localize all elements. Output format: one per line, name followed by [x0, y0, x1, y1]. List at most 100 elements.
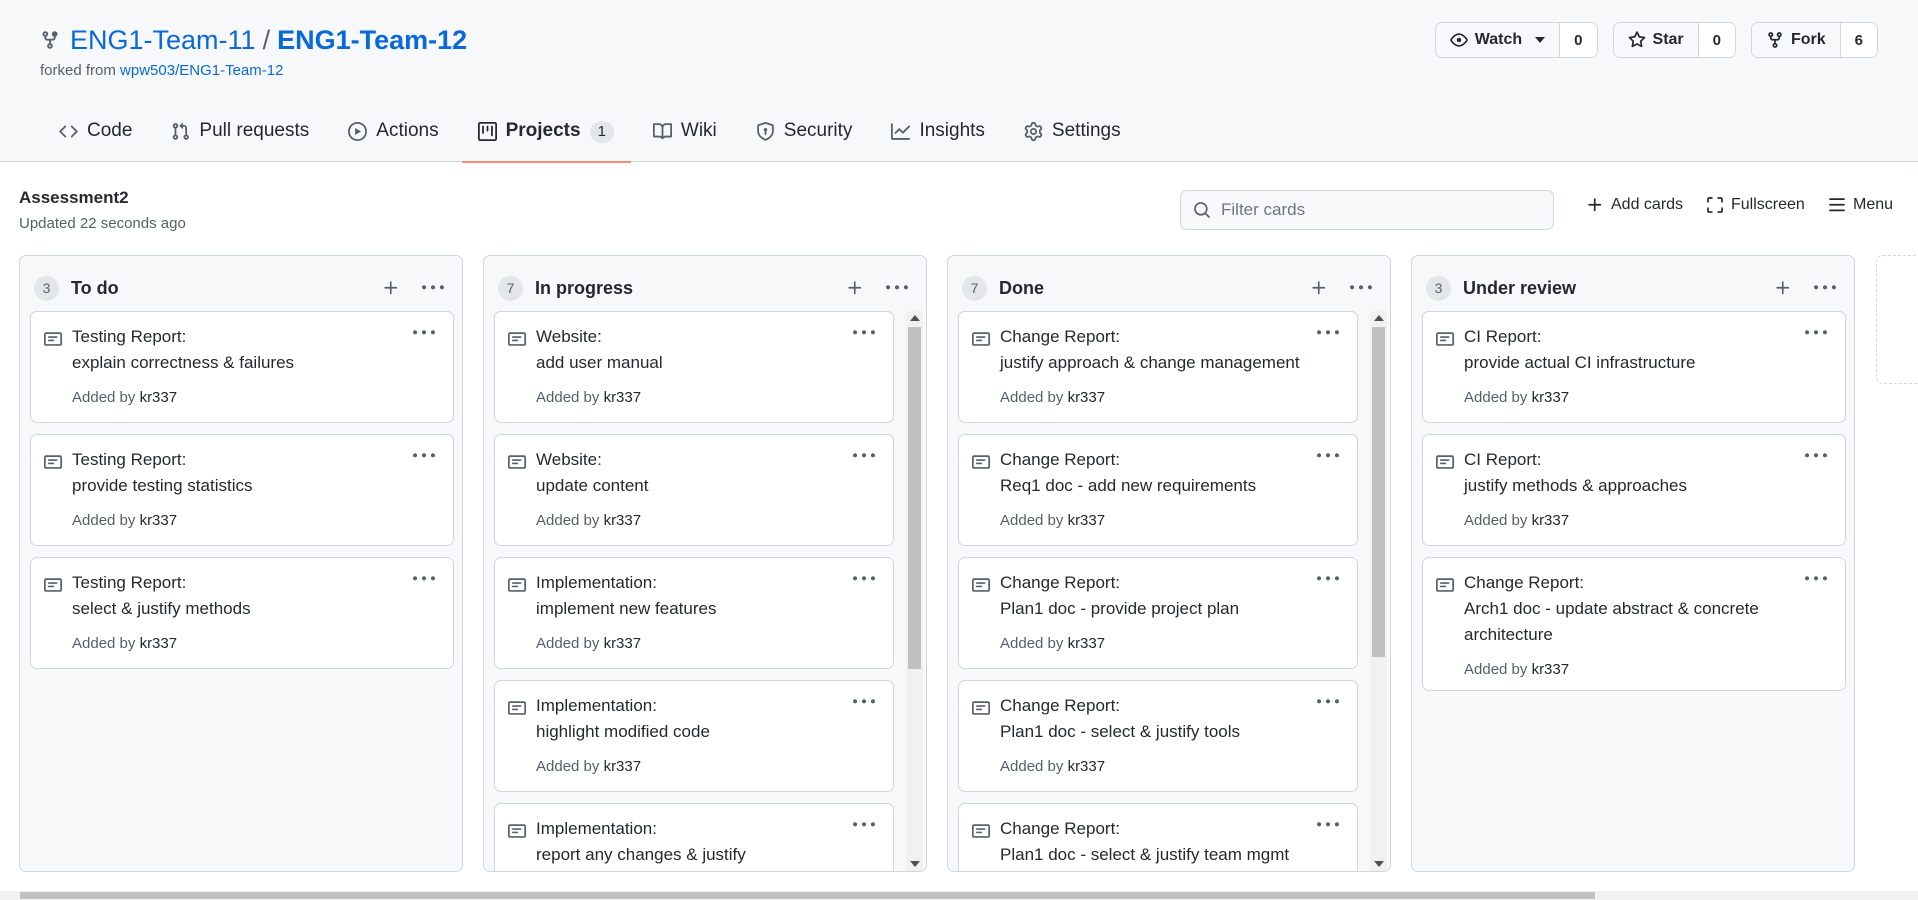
project-card[interactable]: Implementation: highlight modified code Ad… [494, 680, 894, 792]
scroll-down-arrow-icon[interactable] [1374, 861, 1384, 867]
project-card[interactable]: Change Report: Plan1 doc - provide projec… [958, 557, 1358, 669]
fork-count[interactable]: 6 [1840, 23, 1877, 57]
project-card[interactable]: Testing Report: provide testing statistic… [30, 434, 454, 546]
column-menu-button[interactable] [1814, 277, 1836, 299]
kebab-horizontal-icon[interactable] [413, 445, 435, 467]
card-author-link[interactable]: kr337 [140, 512, 178, 529]
kebab-horizontal-icon[interactable] [413, 568, 435, 590]
card-title: Implementation: [536, 696, 657, 715]
scroll-up-arrow-icon[interactable] [1374, 315, 1384, 321]
column-scrollbar-thumb[interactable] [1372, 327, 1385, 657]
tab-code[interactable]: Code [40, 108, 152, 162]
kebab-horizontal-icon[interactable] [1317, 322, 1339, 344]
column-scrollbar[interactable] [906, 311, 923, 871]
fork-button[interactable]: Fork [1751, 23, 1841, 57]
card-body: add user manual [536, 353, 663, 372]
card-author-link[interactable]: kr337 [604, 512, 642, 529]
column-card-count: 7 [498, 275, 523, 301]
tab-insights[interactable]: Insights [872, 108, 1004, 162]
column-menu-button[interactable] [886, 277, 908, 299]
star-button[interactable]: Star [1613, 23, 1699, 57]
add-column-placeholder[interactable] [1876, 255, 1918, 384]
column-add-card-button[interactable] [382, 279, 400, 297]
card-added-by-label: Added by [536, 758, 600, 775]
column-menu-button[interactable] [1350, 277, 1372, 299]
tab-pull-requests[interactable]: Pull requests [152, 108, 329, 162]
kebab-horizontal-icon[interactable] [853, 568, 875, 590]
card-author-link[interactable]: kr337 [604, 635, 642, 652]
column-add-card-button[interactable] [1310, 279, 1328, 297]
card-author-link[interactable]: kr337 [1068, 389, 1106, 406]
scroll-down-arrow-icon[interactable] [910, 861, 920, 867]
card-meta: Added by kr337 [1464, 512, 1831, 529]
add-cards-button[interactable]: Add cards [1586, 196, 1683, 214]
star-count[interactable]: 0 [1698, 23, 1735, 57]
watch-button[interactable]: Watch [1435, 23, 1561, 57]
tab-wiki[interactable]: Wiki [634, 108, 737, 162]
shield-icon [756, 122, 774, 141]
card-author-link[interactable]: kr337 [140, 635, 178, 652]
project-card[interactable]: CI Report: justify methods & approaches Ad… [1422, 434, 1846, 546]
card-meta: Added by kr337 [1464, 661, 1831, 678]
forked-from: forked from wpw503/ENG1-Team-12 [40, 62, 283, 79]
tab-projects[interactable]: Projects 1 [459, 108, 634, 163]
forked-source-link[interactable]: wpw503/ENG1-Team-12 [120, 62, 283, 79]
kebab-horizontal-icon[interactable] [1317, 814, 1339, 836]
kebab-horizontal-icon[interactable] [853, 445, 875, 467]
column-add-card-button[interactable] [1774, 279, 1792, 297]
project-card[interactable]: Change Report: Plan1 doc - select & justi… [958, 803, 1358, 871]
card-author-link[interactable]: kr337 [1532, 512, 1570, 529]
horizontal-scrollbar[interactable] [0, 891, 1918, 900]
project-title[interactable]: Assessment2 [19, 188, 129, 208]
tab-security[interactable]: Security [737, 108, 873, 162]
kebab-horizontal-icon[interactable] [413, 322, 435, 344]
project-card[interactable]: Change Report: justify approach & change … [958, 311, 1358, 423]
tab-settings[interactable]: Settings [1005, 108, 1141, 162]
card-author-link[interactable]: kr337 [604, 389, 642, 406]
project-card[interactable]: Implementation: implement new features Add… [494, 557, 894, 669]
note-icon [508, 455, 526, 469]
kebab-horizontal-icon[interactable] [853, 322, 875, 344]
kebab-horizontal-icon[interactable] [1805, 445, 1827, 467]
project-card[interactable]: Testing Report: explain correctness & fai… [30, 311, 454, 423]
card-author-link[interactable]: kr337 [1532, 661, 1570, 678]
kebab-horizontal-icon[interactable] [1317, 445, 1339, 467]
column-scrollbar[interactable] [1370, 311, 1387, 871]
kebab-horizontal-icon[interactable] [1805, 568, 1827, 590]
project-card[interactable]: Change Report: Req1 doc - add new require… [958, 434, 1358, 546]
project-bar: Assessment2 Updated 22 seconds ago Add c… [0, 163, 1918, 253]
card-author-link[interactable]: kr337 [1068, 512, 1106, 529]
kebab-horizontal-icon[interactable] [853, 691, 875, 713]
column-scrollbar-thumb[interactable] [908, 327, 921, 669]
tab-actions[interactable]: Actions [329, 108, 458, 162]
project-card[interactable]: Change Report: Arch1 doc - update abstrac… [1422, 557, 1846, 691]
horizontal-scrollbar-thumb[interactable] [20, 892, 1595, 899]
card-author-link[interactable]: kr337 [604, 758, 642, 775]
card-author-link[interactable]: kr337 [1532, 389, 1570, 406]
card-author-link[interactable]: kr337 [1068, 635, 1106, 652]
kebab-horizontal-icon[interactable] [1317, 691, 1339, 713]
project-card[interactable]: Change Report: Plan1 doc - select & justi… [958, 680, 1358, 792]
project-card[interactable]: Testing Report: select & justify methods A… [30, 557, 454, 669]
kebab-horizontal-icon[interactable] [1317, 568, 1339, 590]
project-card[interactable]: Website: update content Added by kr337 [494, 434, 894, 546]
repo-name-link[interactable]: ENG1-Team-12 [277, 22, 467, 58]
kebab-horizontal-icon [886, 285, 908, 290]
menu-button[interactable]: Menu [1828, 196, 1893, 214]
card-title: Change Report: [1000, 450, 1121, 469]
column-add-card-button[interactable] [846, 279, 864, 297]
project-card[interactable]: Implementation: report any changes & just… [494, 803, 894, 871]
project-card[interactable]: Website: add user manual Added by kr337 [494, 311, 894, 423]
fullscreen-button[interactable]: Fullscreen [1706, 196, 1805, 214]
kebab-horizontal-icon[interactable] [853, 814, 875, 836]
card-author-link[interactable]: kr337 [1068, 758, 1106, 775]
kebab-horizontal-icon[interactable] [1805, 322, 1827, 344]
repo-owner-link[interactable]: ENG1-Team-11 [70, 22, 256, 58]
column-menu-button[interactable] [422, 277, 444, 299]
card-author-link[interactable]: kr337 [140, 389, 178, 406]
play-icon [348, 122, 368, 141]
watch-count[interactable]: 0 [1560, 23, 1597, 57]
scroll-up-arrow-icon[interactable] [910, 315, 920, 321]
project-card[interactable]: CI Report: provide actual CI infrastructu… [1422, 311, 1846, 423]
filter-cards-input[interactable] [1221, 200, 1541, 220]
